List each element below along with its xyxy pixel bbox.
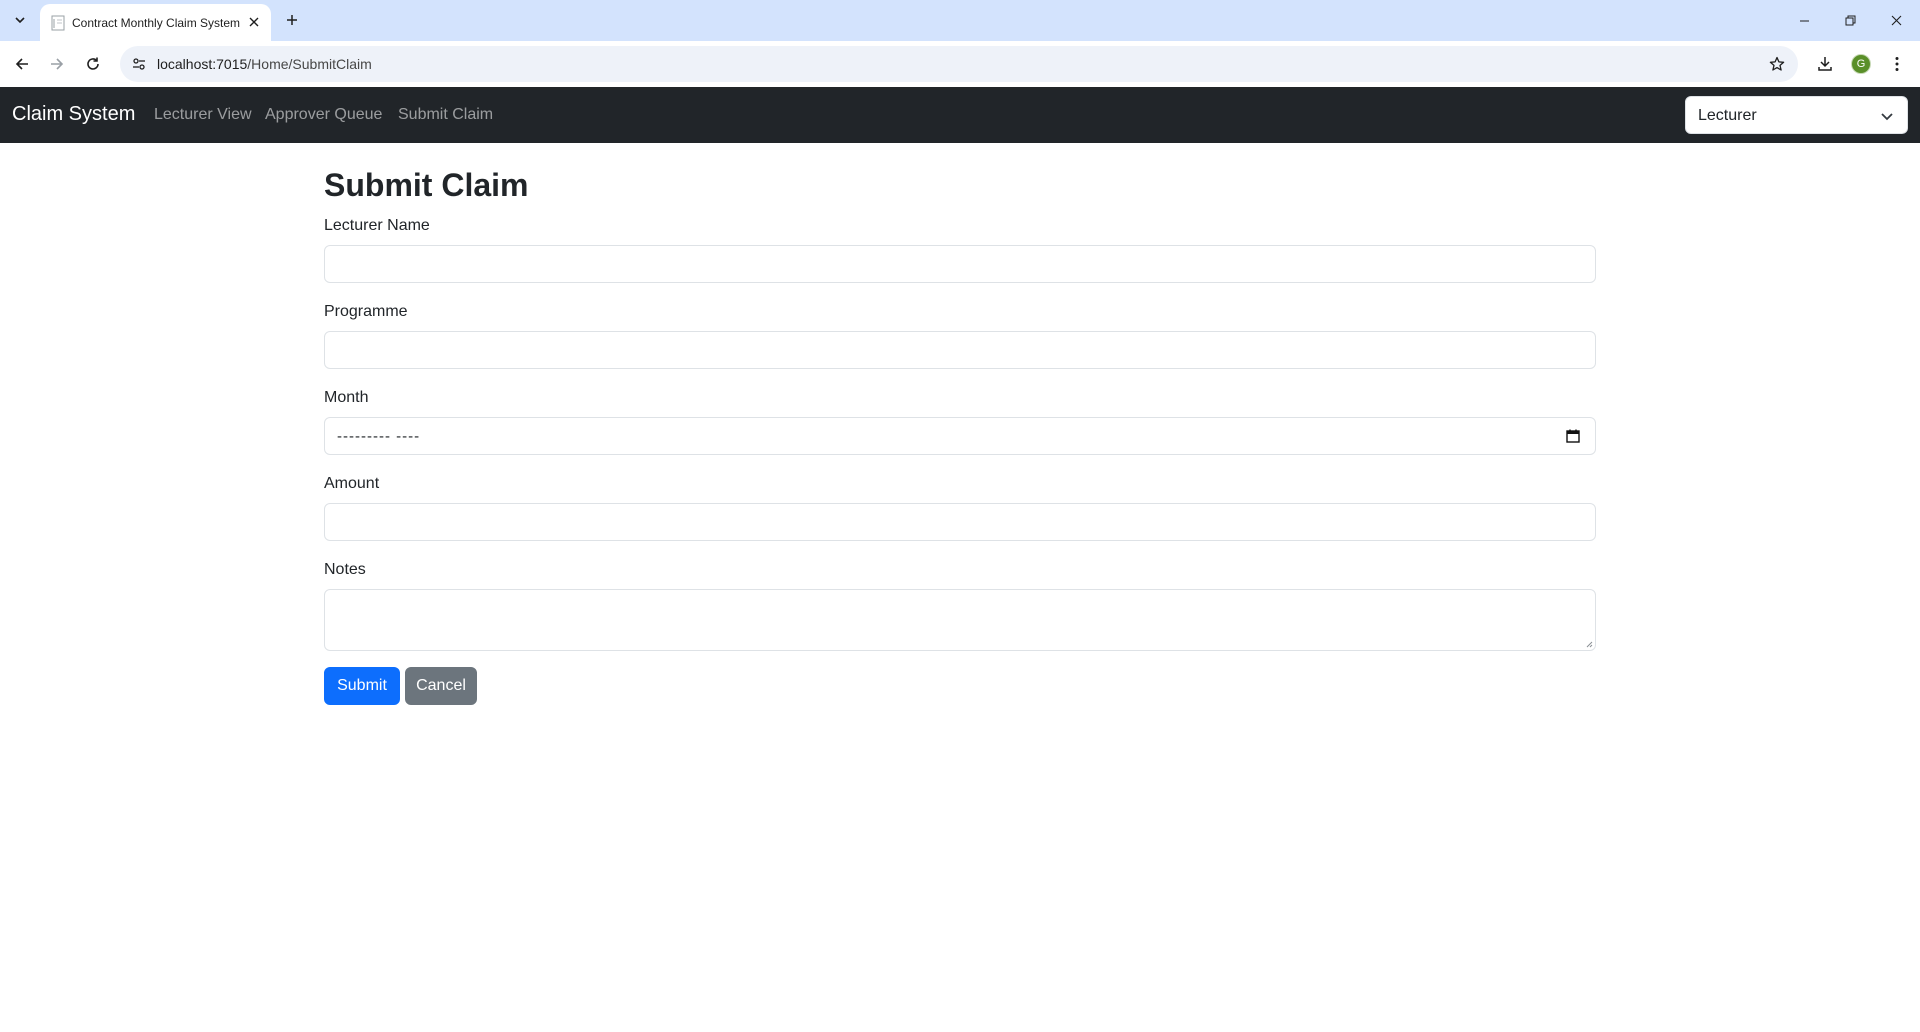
submit-button[interactable]: Submit — [324, 667, 400, 705]
minimize-button[interactable] — [1782, 6, 1826, 34]
programme-label: Programme — [324, 303, 408, 320]
cancel-button[interactable]: Cancel — [405, 667, 477, 705]
calendar-icon[interactable] — [1565, 428, 1581, 444]
lecturer-name-label: Lecturer Name — [324, 217, 430, 234]
notes-label: Notes — [324, 561, 366, 578]
restore-button[interactable] — [1828, 6, 1872, 34]
close-window-button[interactable] — [1874, 6, 1918, 34]
profile-button[interactable]: G — [1845, 48, 1877, 80]
amount-input[interactable] — [324, 503, 1596, 541]
download-icon — [1818, 57, 1832, 71]
arrow-right-icon — [51, 58, 64, 70]
close-icon — [249, 17, 259, 27]
downloads-button[interactable] — [1809, 48, 1841, 80]
plus-icon — [287, 15, 297, 25]
nav-link-lecturer-view[interactable]: Lecturer View — [154, 106, 252, 124]
role-select-value: Lecturer — [1698, 107, 1757, 124]
tab-close-button[interactable] — [244, 12, 264, 32]
arrow-left-icon — [15, 58, 28, 70]
month-input[interactable]: --------- ---- — [324, 417, 1596, 455]
new-tab-button[interactable] — [281, 9, 303, 31]
browser-toolbar: localhost:7015/Home/SubmitClaim G — [0, 41, 1920, 87]
month-placeholder: --------- ---- — [337, 428, 421, 445]
minimize-icon — [1799, 20, 1809, 21]
nav-link-submit-claim[interactable]: Submit Claim — [398, 106, 493, 124]
browser-tab-active[interactable]: Contract Monthly Claim System — [40, 4, 271, 41]
bookmark-button[interactable] — [1766, 53, 1788, 75]
more-vertical-icon — [1895, 57, 1899, 71]
address-bar[interactable]: localhost:7015/Home/SubmitClaim — [120, 46, 1798, 82]
amount-label: Amount — [324, 475, 380, 492]
lecturer-name-input[interactable] — [324, 245, 1596, 283]
url-text: localhost:7015/Home/SubmitClaim — [157, 56, 372, 72]
tab-search-button[interactable] — [7, 8, 33, 32]
restore-icon — [1845, 15, 1855, 25]
browser-menu-button[interactable] — [1881, 48, 1913, 80]
page-title: Submit Claim — [324, 167, 529, 203]
back-button[interactable] — [6, 48, 38, 80]
tune-icon — [133, 58, 145, 70]
document-favicon-icon — [51, 15, 65, 31]
url-host: localhost:7015 — [157, 56, 248, 72]
navbar-brand[interactable]: Claim System — [12, 103, 135, 126]
forward-button[interactable] — [41, 48, 73, 80]
app-navbar: Claim System Lecturer View Approver Queu… — [0, 87, 1920, 143]
avatar: G — [1851, 54, 1871, 74]
browser-tabstrip: Contract Monthly Claim System — [0, 0, 1920, 41]
notes-textarea[interactable] — [324, 589, 1596, 651]
programme-input[interactable] — [324, 331, 1596, 369]
reload-button[interactable] — [77, 48, 109, 80]
resize-grip-icon[interactable] — [1585, 640, 1593, 648]
site-info-button[interactable] — [128, 53, 150, 75]
nav-link-approver-queue[interactable]: Approver Queue — [265, 106, 382, 124]
month-label: Month — [324, 389, 369, 406]
chevron-down-icon — [15, 17, 25, 24]
role-select[interactable]: Lecturer — [1685, 96, 1908, 134]
url-path: /Home/SubmitClaim — [247, 56, 372, 72]
tab-title: Contract Monthly Claim System — [72, 16, 241, 30]
star-icon — [1769, 56, 1785, 71]
chevron-down-icon — [1879, 108, 1895, 124]
reload-icon — [87, 57, 99, 70]
close-icon — [1891, 15, 1901, 25]
